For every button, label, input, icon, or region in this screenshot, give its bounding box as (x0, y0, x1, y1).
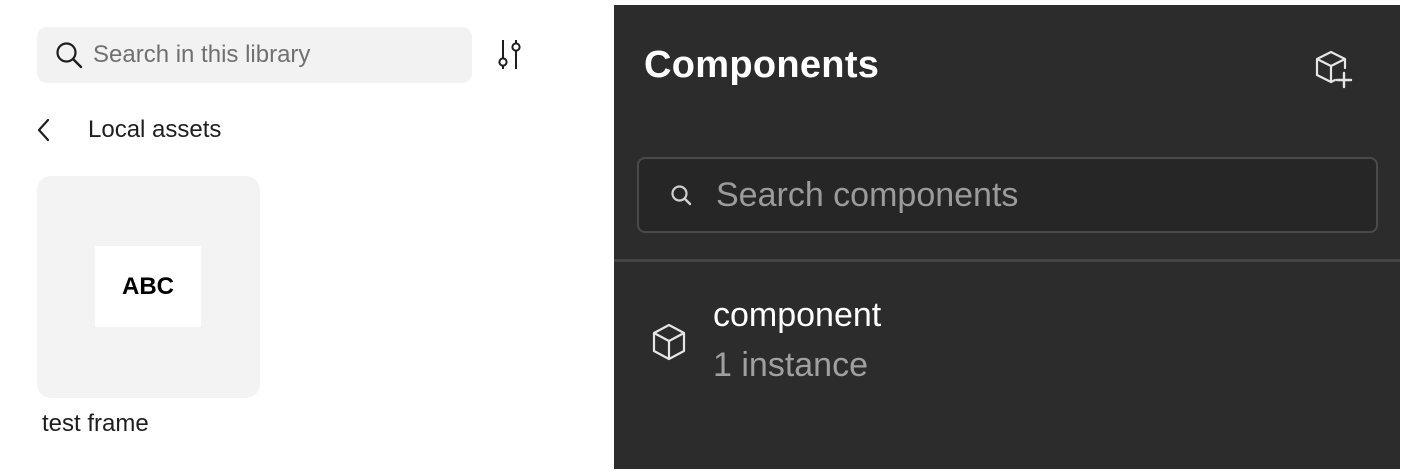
panel-bottom-edge (614, 469, 1401, 474)
asset-thumbnail[interactable]: ABC (37, 176, 260, 398)
library-search-input[interactable] (93, 36, 453, 74)
panel-title: Components (644, 44, 880, 86)
component-name: component (713, 296, 882, 334)
library-search-field[interactable] (37, 27, 472, 83)
frame-preview: ABC (95, 246, 201, 327)
search-icon (671, 185, 692, 206)
components-panel: Components component 1 instance (614, 0, 1401, 474)
components-search-input[interactable] (716, 173, 1356, 217)
component-instance-count: 1 instance (713, 346, 868, 384)
component-cube-icon (652, 323, 686, 361)
library-panel: Local assets ABC test frame (0, 0, 614, 474)
component-list-item[interactable]: component 1 instance (614, 280, 1400, 400)
canvas: Local assets ABC test frame Components (0, 0, 1401, 474)
panel-top-edge (614, 0, 1401, 5)
chevron-left-icon (37, 118, 50, 142)
components-search-field[interactable] (637, 157, 1378, 233)
divider (614, 259, 1400, 262)
back-to-local-assets[interactable]: Local assets (30, 112, 221, 148)
sliders-icon[interactable] (491, 36, 529, 74)
back-label: Local assets (88, 116, 222, 143)
create-component-icon[interactable] (1309, 46, 1357, 94)
asset-name: test frame (42, 410, 149, 437)
search-icon (56, 42, 83, 69)
frame-preview-text: ABC (122, 272, 174, 300)
